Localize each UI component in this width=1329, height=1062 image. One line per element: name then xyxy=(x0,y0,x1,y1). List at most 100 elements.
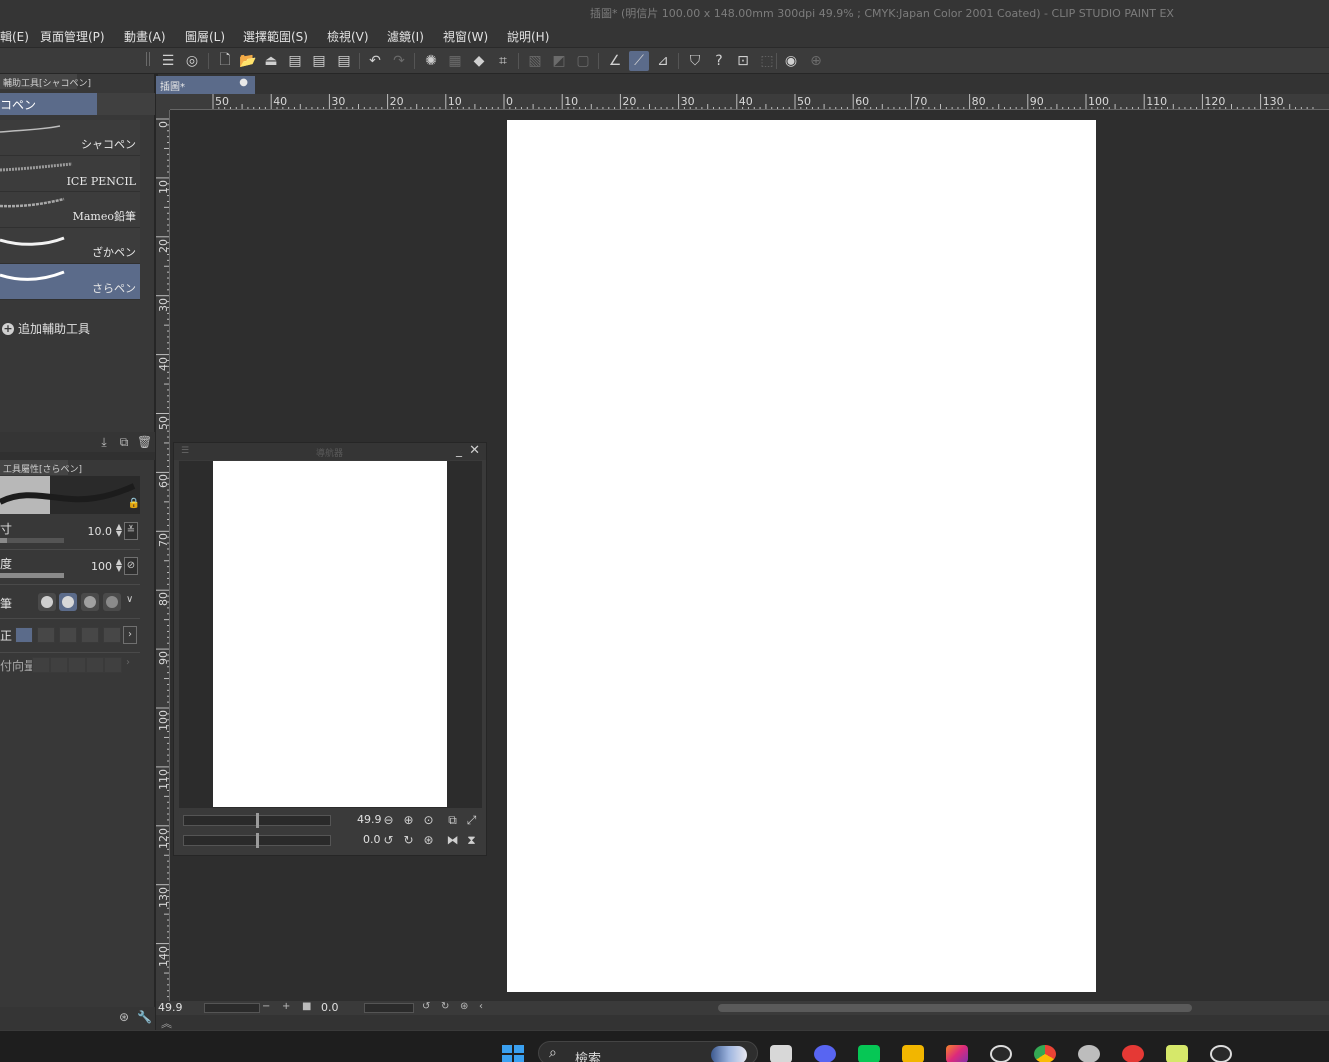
tip-hard-icon[interactable] xyxy=(38,593,56,611)
status-rotation-value[interactable]: 0.0 xyxy=(321,1001,339,1014)
document-tab[interactable]: 插圖* ● xyxy=(156,76,255,94)
stabilization-level[interactable] xyxy=(103,627,121,643)
rotate-right-icon[interactable]: ↻ xyxy=(401,833,416,848)
obs-icon[interactable] xyxy=(990,1045,1012,1062)
transform-icon[interactable]: ⌗ xyxy=(493,51,513,71)
close-icon[interactable]: ✕ xyxy=(469,443,480,458)
menu-help[interactable]: 說明(H) xyxy=(507,28,549,45)
loading-spinner-icon[interactable]: ✺ xyxy=(421,51,441,71)
clip-studio-logo-icon[interactable]: ◎ xyxy=(182,51,202,71)
menu-selection[interactable]: 選擇範圍(S) xyxy=(243,28,308,45)
scroll-left-icon[interactable]: ‹ xyxy=(479,1001,483,1012)
status-zoom-value[interactable]: 49.9 xyxy=(158,1001,183,1014)
youtube-music-icon[interactable] xyxy=(1122,1045,1144,1062)
flip-horizontal-icon[interactable]: ⧓ xyxy=(445,833,460,848)
grid-snap-icon[interactable]: ⊿ xyxy=(653,51,673,71)
status-zoom-slider[interactable] xyxy=(204,1003,260,1013)
save-icon[interactable]: ⏏ xyxy=(261,51,281,71)
chevron-up-icon[interactable]: ︽ xyxy=(161,1015,172,1031)
open-folder-icon[interactable]: 📂 xyxy=(238,51,258,71)
stabilization-level[interactable] xyxy=(37,627,55,643)
stabilization-level[interactable] xyxy=(59,627,77,643)
notes-app-icon[interactable] xyxy=(1166,1045,1188,1062)
opacity-slider[interactable] xyxy=(0,573,64,578)
reset-rotation-icon[interactable]: ⊛ xyxy=(460,1001,468,1012)
subtool-panel-tab[interactable]: 輔助工具[シャコペン] xyxy=(0,74,91,89)
discord-icon[interactable] xyxy=(814,1045,836,1062)
chevron-right-icon[interactable]: › xyxy=(126,657,130,668)
rotate-left-icon[interactable]: ↺ xyxy=(381,833,396,848)
stabilization-level[interactable] xyxy=(15,627,33,643)
zoom-out-icon[interactable]: − xyxy=(262,1001,270,1012)
menu-window[interactable]: 視窗(W) xyxy=(443,28,488,45)
menu-filter[interactable]: 濾鏡(I) xyxy=(387,28,424,45)
opacity-dynamics-icon[interactable]: ⊘ xyxy=(124,557,138,575)
rotate-left-icon[interactable]: ↺ xyxy=(422,1001,430,1012)
fit-actual-size-icon[interactable]: ⊙ xyxy=(421,813,436,828)
chrome-icon[interactable] xyxy=(1034,1045,1056,1062)
subtool-item[interactable]: ICE PENCIL xyxy=(0,156,140,192)
ruler-snap-icon[interactable]: ∠ xyxy=(605,51,625,71)
trash-icon[interactable]: 🗑 xyxy=(137,435,152,449)
panel-menu-icon[interactable]: ☰ xyxy=(181,446,189,456)
line-icon[interactable] xyxy=(858,1045,880,1062)
subtool-item[interactable]: ざかペン xyxy=(0,228,140,264)
menu-edit[interactable]: 輯(E) xyxy=(0,28,29,45)
minimize-icon[interactable]: _ xyxy=(456,443,462,457)
instagram-icon[interactable] xyxy=(946,1045,968,1062)
export-jpg-icon[interactable]: ▤ xyxy=(285,51,305,71)
subtool-item[interactable]: シャコペン xyxy=(0,120,140,156)
export-psd-icon[interactable]: ▤ xyxy=(334,51,354,71)
navigator-preview[interactable] xyxy=(179,461,482,808)
brush-size-slider[interactable] xyxy=(0,538,64,543)
status-rotation-slider[interactable] xyxy=(364,1003,414,1013)
help-icon[interactable]: ? xyxy=(709,51,729,71)
clip-studio-taskbar-icon[interactable] xyxy=(1078,1045,1100,1062)
reset-rotation-icon[interactable]: ⊛ xyxy=(421,833,436,848)
wrench-icon[interactable]: 🔧 xyxy=(137,1010,152,1024)
fill-bucket-icon[interactable]: ◆ xyxy=(469,51,489,71)
rotate-right-icon[interactable]: ↻ xyxy=(441,1001,449,1012)
subtool-group-selected[interactable]: コペン xyxy=(0,93,97,115)
hamburger-menu-icon[interactable]: ☰ xyxy=(158,51,178,71)
redo-icon[interactable]: ↷ xyxy=(389,51,409,71)
learn-icon[interactable]: ⛉ xyxy=(685,51,705,71)
zoom-slider[interactable] xyxy=(183,813,331,828)
add-subtool-button[interactable]: + 追加輔助工具 xyxy=(2,320,90,337)
task-view-icon[interactable] xyxy=(770,1045,792,1062)
record-icon[interactable]: ◉ xyxy=(781,51,801,71)
windows-start-icon[interactable] xyxy=(502,1045,524,1062)
canvas-size-icon[interactable]: ⊡ xyxy=(733,51,753,71)
horizontal-scrollbar[interactable] xyxy=(718,1004,1192,1012)
rotation-value[interactable]: 0.0 xyxy=(363,833,381,846)
clip-studio-paint-icon[interactable] xyxy=(1210,1045,1232,1062)
special-ruler-snap-icon[interactable]: ⟋ xyxy=(629,51,649,71)
brush-size-value[interactable]: 10.0 xyxy=(88,525,113,538)
tip-soft-icon[interactable] xyxy=(81,593,99,611)
tool-property-tab[interactable]: 工具屬性[さらペン] xyxy=(0,460,82,475)
duplicate-icon[interactable]: ⧉ xyxy=(117,435,131,449)
size-dynamics-icon[interactable]: ≚ xyxy=(124,522,138,540)
deselect-icon[interactable]: ▧ xyxy=(525,51,545,71)
flip-vertical-icon[interactable]: ⧗ xyxy=(464,833,479,848)
tip-round-icon[interactable] xyxy=(59,593,77,611)
subtool-item-selected[interactable]: さらペン xyxy=(0,264,140,300)
menu-page-management[interactable]: 頁面管理(P) xyxy=(40,28,105,45)
import-icon[interactable]: ⤓ xyxy=(97,435,111,449)
fit-page-icon[interactable]: ⧉ xyxy=(445,813,460,828)
subtool-item[interactable]: Mameo鉛筆 xyxy=(0,192,140,228)
chevron-down-icon[interactable]: ∨ xyxy=(126,594,133,605)
fit-window-icon[interactable]: ⤢ xyxy=(464,813,479,828)
navigator-title-bar[interactable]: ☰ 導航器 _ ✕ xyxy=(174,443,486,460)
reset-icon[interactable]: ⊛ xyxy=(117,1010,131,1024)
zoom-out-icon[interactable]: ⊖ xyxy=(381,813,396,828)
vector-option[interactable] xyxy=(50,657,68,673)
selection-border-icon[interactable]: ▢ xyxy=(573,51,593,71)
vector-option[interactable] xyxy=(68,657,86,673)
invert-selection-icon[interactable]: ◩ xyxy=(549,51,569,71)
zoom-value[interactable]: 49.9 xyxy=(357,813,382,826)
canvas-page[interactable] xyxy=(507,120,1096,992)
opacity-value[interactable]: 100 xyxy=(91,560,112,573)
fit-icon[interactable]: ■ xyxy=(302,1001,311,1012)
tip-softer-icon[interactable] xyxy=(103,593,121,611)
